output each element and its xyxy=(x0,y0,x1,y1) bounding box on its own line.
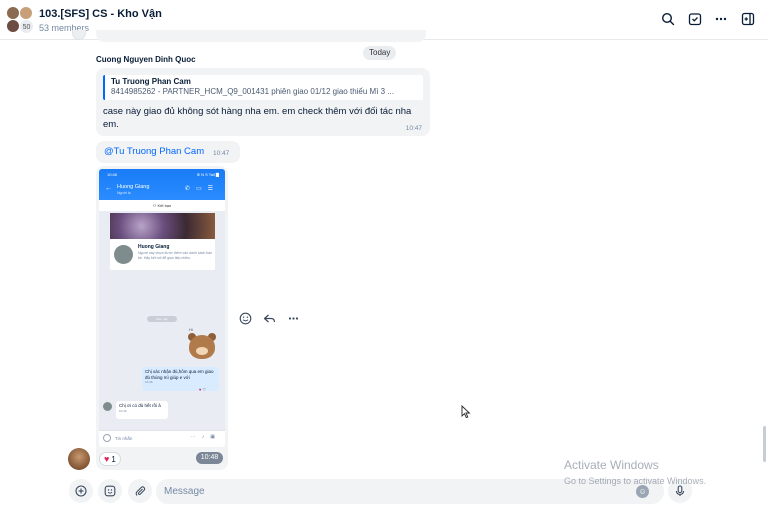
attachment-icon[interactable] xyxy=(128,479,152,503)
add-icon[interactable] xyxy=(69,479,93,503)
emoji-icon[interactable]: ☺ xyxy=(636,485,649,498)
windows-activation-watermark: Activate Windows Go to Settings to activ… xyxy=(564,458,706,486)
message-hover-actions xyxy=(236,309,302,327)
reply-icon[interactable] xyxy=(260,309,278,327)
screenshot-image[interactable]: 10:46 ⊕ N S Tail ▇ ← Huong Giang Người l… xyxy=(99,169,225,447)
phone-chat-header: 10:46 ⊕ N S Tail ▇ ← Huong Giang Người l… xyxy=(99,169,225,200)
date-divider: Today xyxy=(363,46,397,60)
previous-message-bubble xyxy=(96,30,426,42)
phone-profile-text: Người này chưa được thêm vào danh sách b… xyxy=(138,251,213,260)
message-text: case này giao đủ không sót hàng nha em. … xyxy=(103,106,412,130)
member-count-badge: 50 xyxy=(19,19,34,34)
phone-incoming-message: Chị ơi có đủ hết rồi ả 10:46 xyxy=(116,401,168,419)
message-bubble[interactable]: @Tu Truong Phan Cam 10:47 xyxy=(96,141,240,163)
reaction-count: 1 xyxy=(111,454,116,464)
more-icon[interactable] xyxy=(712,10,730,28)
search-icon[interactable] xyxy=(659,10,677,28)
phone-input-icons: ⋯♪▣ xyxy=(190,434,221,440)
message-bubble[interactable]: Tu Truong Phan Cam 8414985262 - PARTNER_… xyxy=(96,68,430,136)
sender-avatar[interactable] xyxy=(68,448,90,470)
message-time: 10:48 xyxy=(196,452,223,464)
phone-incoming-text: Chị ơi có đủ hết rồi ả xyxy=(119,403,161,408)
watermark-subtitle: Go to Settings to activate Windows. xyxy=(564,476,707,486)
phone-contact-name: Huong Giang xyxy=(117,184,150,190)
back-arrow-icon: ← xyxy=(105,185,112,192)
phone-contact-sub: Người lạ xyxy=(117,191,131,195)
quoted-message[interactable]: Tu Truong Phan Cam 8414985262 - PARTNER_… xyxy=(103,75,423,100)
sticker-icon[interactable] xyxy=(98,479,122,503)
phone-outgoing-message: Chị xác nhận đủ,hôm qua em giao đủ thùng… xyxy=(142,367,219,391)
heart-icon: ♥ xyxy=(104,453,110,464)
calendar-check-icon[interactable] xyxy=(686,10,704,28)
phone-add-friend-bar: ⚇ Kết bạn xyxy=(99,200,225,211)
message-time: 10:47 xyxy=(405,125,422,132)
phone-time-badge: hôm nay xyxy=(147,316,177,322)
phone-input-placeholder: Tin nhắn xyxy=(115,436,133,441)
phone-status-time: 10:46 xyxy=(107,172,118,177)
phone-header-icons: ✆▭☰ xyxy=(184,186,219,192)
mention-link[interactable]: @Tu Truong Phan Cam xyxy=(104,146,204,157)
phone-reaction-icons: ♥ ♡ xyxy=(199,387,207,392)
member-avatar xyxy=(19,6,33,20)
phone-add-friend-label: Kết bạn xyxy=(157,203,172,208)
sender-name[interactable]: Cuong Nguyen Dinh Quoc xyxy=(96,55,196,64)
image-message[interactable]: 10:46 ⊕ N S Tail ▇ ← Huong Giang Người l… xyxy=(96,166,228,470)
quoted-sender: Tu Truong Phan Cam xyxy=(111,77,191,86)
phone-profile-avatar xyxy=(114,245,133,264)
reaction-badge[interactable]: ♥ 1 xyxy=(99,452,121,466)
phone-profile-name: Huong Giang xyxy=(138,244,170,250)
member-avatar xyxy=(6,6,20,20)
phone-incoming-avatar xyxy=(103,402,112,411)
phone-status-icons: ⊕ N S Tail ▇ xyxy=(196,172,219,177)
quoted-text: 8414985262 - PARTNER_HCM_Q9_001431 phiên… xyxy=(111,87,394,96)
phone-outgoing-text: Chị xác nhận đủ,hôm qua em giao đủ thùng… xyxy=(145,369,214,380)
message-time: 10:47 xyxy=(213,150,230,157)
bear-sticker: Hi xyxy=(187,327,217,363)
scrollbar-thumb[interactable] xyxy=(763,426,766,462)
phone-emoji-icon xyxy=(103,434,111,442)
side-panel-icon[interactable] xyxy=(739,10,757,28)
more-actions-icon[interactable] xyxy=(284,309,302,327)
phone-profile-card: Huong Giang Người này chưa được thêm vào… xyxy=(110,239,215,270)
mouse-cursor-icon xyxy=(461,404,471,424)
message-input[interactable] xyxy=(164,483,624,500)
phone-incoming-time: 10:46 xyxy=(119,408,127,413)
phone-cover-photo xyxy=(110,213,215,239)
phone-input-bar: Tin nhắn ⋯♪▣ xyxy=(99,430,225,447)
group-title[interactable]: 103.[SFS] CS - Kho Vận xyxy=(39,8,162,20)
group-avatar[interactable]: 50 xyxy=(6,6,34,34)
react-emoji-icon[interactable] xyxy=(236,309,254,327)
sticker-snout xyxy=(196,347,208,355)
watermark-title: Activate Windows xyxy=(564,458,659,472)
member-avatar xyxy=(6,19,20,33)
sticker-text: Hi xyxy=(189,327,193,332)
phone-outgoing-time: 10:46 xyxy=(145,380,153,384)
